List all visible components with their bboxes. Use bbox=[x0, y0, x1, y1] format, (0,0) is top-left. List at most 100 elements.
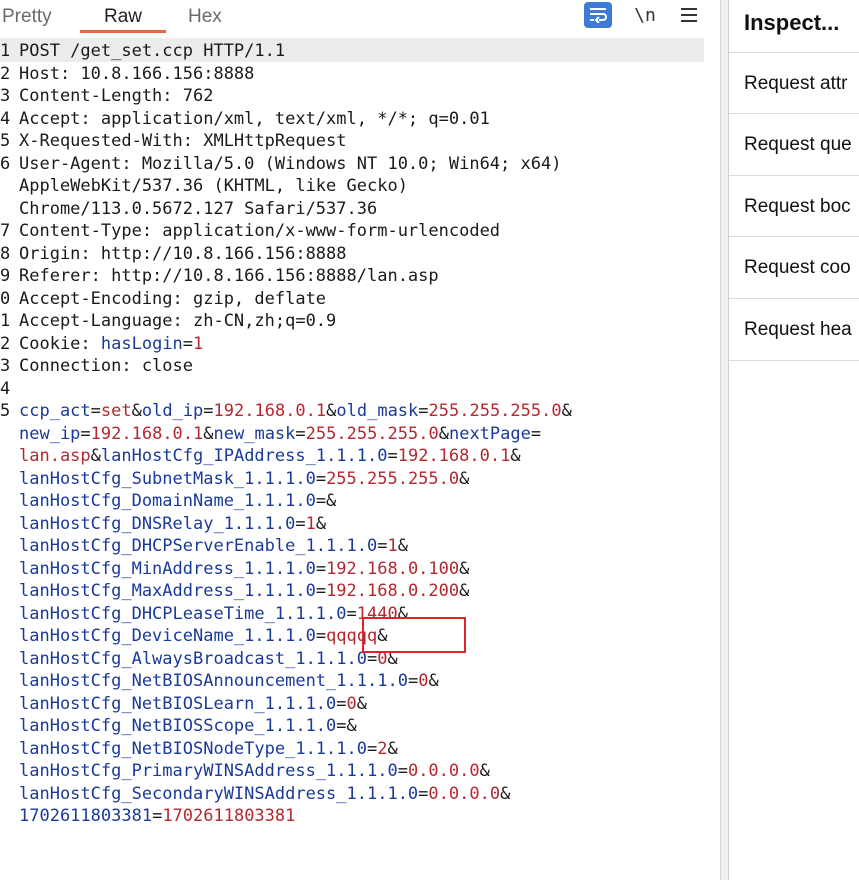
line-number: 1 bbox=[0, 311, 11, 331]
code-text: ccp_act=set&old_ip=192.168.0.1&old_mask=… bbox=[19, 400, 572, 423]
text-segment: = bbox=[295, 513, 306, 534]
inspector-item-headers[interactable]: Request hea bbox=[729, 298, 859, 361]
text-segment: = bbox=[80, 423, 91, 444]
inspector-item-label: Request hea bbox=[744, 319, 852, 340]
text-segment: & bbox=[510, 446, 521, 466]
tab-pretty[interactable]: Pretty bbox=[2, 6, 52, 28]
param-value: 192.168.0.200 bbox=[326, 581, 460, 601]
text-segment: AppleWebKit/537.36 (KHTML, like Gecko) bbox=[19, 176, 408, 196]
code-text: lanHostCfg_PrimaryWINSAddress_1.1.1.0=0.… bbox=[19, 760, 490, 783]
code-line: lanHostCfg_NetBIOSNodeType_1.1.1.0=2& bbox=[0, 738, 720, 761]
text-segment: & bbox=[561, 401, 572, 421]
line-number: 6 bbox=[0, 153, 11, 174]
request-body[interactable]: 1 POST /get_set.ccp HTTP/1.1 2 Host: 10.8.1… bbox=[0, 40, 720, 828]
line-number: 9 bbox=[0, 266, 11, 286]
text-segment: = bbox=[336, 693, 347, 714]
text-segment: & bbox=[428, 671, 439, 691]
text-segment: =& bbox=[315, 491, 337, 511]
tab-raw[interactable]: Raw bbox=[104, 6, 142, 28]
code-text: Content-Type: application/x-www-form-url… bbox=[19, 220, 500, 243]
code-text: User-Agent: Mozilla/5.0 (Windows NT 10.0… bbox=[19, 153, 561, 176]
code-line: lanHostCfg_SecondaryWINSAddress_1.1.1.0=… bbox=[0, 783, 720, 806]
param-name: lanHostCfg_SubnetMask_1.1.1.0 bbox=[19, 468, 316, 489]
code-text: lanHostCfg_AlwaysBroadcast_1.1.1.0=0& bbox=[19, 648, 398, 671]
param-name: lanHostCfg_AlwaysBroadcast_1.1.1.0 bbox=[19, 648, 367, 669]
inspector-item-cookies[interactable]: Request coo bbox=[729, 236, 859, 298]
code-line: 1 POST /get_set.ccp HTTP/1.1 bbox=[0, 40, 720, 63]
code-line: lanHostCfg_AlwaysBroadcast_1.1.1.0=0& bbox=[0, 648, 720, 671]
code-text: Chrome/113.0.5672.127 Safari/537.36 bbox=[19, 198, 377, 221]
tab-hex[interactable]: Hex bbox=[188, 6, 222, 28]
param-value: lan.asp bbox=[19, 446, 91, 466]
code-text: 1702611803381=1702611803381 bbox=[19, 805, 295, 828]
code-text: Accept: application/xml, text/xml, */*; … bbox=[19, 108, 490, 131]
inspector-item-label: Request attr bbox=[744, 73, 848, 94]
inspector-item-query[interactable]: Request que bbox=[729, 113, 859, 175]
code-line: 2 Cookie: hasLogin=1 bbox=[0, 333, 720, 356]
text-segment: Host: 10.8.166.156:8888 bbox=[19, 63, 255, 84]
code-text: lanHostCfg_MaxAddress_1.1.1.0=192.168.0.… bbox=[19, 580, 469, 603]
param-value: 192.168.0.100 bbox=[326, 558, 460, 579]
code-text: lanHostCfg_NetBIOSLearn_1.1.1.0=0& bbox=[19, 693, 367, 716]
param-value: 255.255.255.0 bbox=[305, 423, 439, 444]
text-segment: = bbox=[315, 581, 327, 601]
param-value: set bbox=[100, 401, 132, 421]
line-number: 4 bbox=[0, 108, 11, 129]
text-segment: = bbox=[346, 603, 357, 624]
line-number: 2 bbox=[0, 63, 11, 84]
text-segment: = bbox=[418, 783, 429, 804]
inspector-item-label: Request coo bbox=[744, 257, 851, 278]
code-line: lanHostCfg_NetBIOSLearn_1.1.1.0=0& bbox=[0, 693, 720, 716]
code-text: lanHostCfg_DNSRelay_1.1.1.0=1& bbox=[19, 513, 326, 536]
inspector-item-label: Request que bbox=[744, 134, 852, 155]
code-line: lanHostCfg_DNSRelay_1.1.1.0=1& bbox=[0, 513, 720, 536]
code-line: 5 ccp_act=set&old_ip=192.168.0.1&old_mask… bbox=[0, 400, 720, 423]
param-name: lanHostCfg_DeviceName_1.1.1.0 bbox=[19, 626, 316, 646]
param-name: lanHostCfg_NetBIOSAnnouncement_1.1.1.0 bbox=[19, 671, 408, 691]
param-name: lanHostCfg_NetBIOSScope_1.1.1.0 bbox=[19, 716, 337, 736]
line-number: 7 bbox=[0, 221, 11, 241]
code-line: 7 Content-Type: application/x-www-form-ur… bbox=[0, 220, 720, 243]
param-value: 255.255.255.0 bbox=[326, 468, 460, 489]
code-text: lanHostCfg_NetBIOSAnnouncement_1.1.1.0=0… bbox=[19, 670, 439, 693]
line-number: 3 bbox=[0, 86, 11, 106]
newline-toggle-button[interactable]: \n bbox=[631, 2, 659, 28]
text-segment: = bbox=[367, 738, 378, 759]
inspector-item-body[interactable]: Request boc bbox=[729, 175, 859, 237]
param-name: nextPage bbox=[448, 423, 531, 444]
param-value: 2 bbox=[377, 738, 388, 759]
param-name: lanHostCfg_PrimaryWINSAddress_1.1.1.0 bbox=[19, 761, 398, 781]
code-line: lanHostCfg_NetBIOSAnnouncement_1.1.1.0=0… bbox=[0, 670, 720, 693]
text-segment: & bbox=[397, 536, 408, 556]
code-text: lanHostCfg_MinAddress_1.1.1.0=192.168.0.… bbox=[19, 558, 469, 581]
param-value: 1 bbox=[193, 333, 204, 354]
hamburger-menu-icon[interactable] bbox=[675, 2, 703, 28]
text-segment: Content-Type: application/x-www-form-url… bbox=[19, 221, 501, 241]
code-line: 3 Content-Length: 762 bbox=[0, 85, 720, 108]
param-value: 192.168.0.1 bbox=[213, 401, 327, 421]
inspector-item-attributes[interactable]: Request attr bbox=[729, 52, 859, 114]
text-segment: = bbox=[418, 401, 429, 421]
code-line: 2 Host: 10.8.166.156:8888 bbox=[0, 63, 720, 86]
code-line: 8 Origin: http://10.8.166.156:8888 bbox=[0, 243, 720, 266]
text-segment: & bbox=[459, 468, 470, 489]
wrap-lines-icon[interactable] bbox=[584, 2, 612, 28]
param-name: lanHostCfg_DHCPLeaseTime_1.1.1.0 bbox=[19, 603, 347, 624]
line-number: 2 bbox=[0, 333, 11, 354]
text-segment: & bbox=[500, 783, 511, 804]
param-value: 192.168.0.1 bbox=[397, 446, 511, 466]
text-segment: = bbox=[152, 806, 163, 826]
code-text: lanHostCfg_SecondaryWINSAddress_1.1.1.0=… bbox=[19, 783, 510, 806]
text-segment: Connection: close bbox=[19, 356, 193, 376]
view-tabs: Pretty Raw Hex \n bbox=[0, 0, 720, 34]
code-line: 0 Accept-Encoding: gzip, deflate bbox=[0, 288, 720, 311]
text-segment: = bbox=[315, 626, 327, 646]
param-name: lanHostCfg_DomainName_1.1.1.0 bbox=[19, 491, 316, 511]
text-segment: & bbox=[479, 761, 490, 781]
code-text: lanHostCfg_NetBIOSNodeType_1.1.1.0=2& bbox=[19, 738, 398, 761]
code-line: new_ip=192.168.0.1&new_mask=255.255.255.… bbox=[0, 423, 720, 446]
inspector-item-label: Request boc bbox=[744, 196, 851, 217]
code-line: lanHostCfg_DHCPServerEnable_1.1.1.0=1& bbox=[0, 535, 720, 558]
code-line: 9 Referer: http://10.8.166.156:8888/lan.a… bbox=[0, 265, 720, 288]
line-number: 4 bbox=[0, 378, 11, 399]
